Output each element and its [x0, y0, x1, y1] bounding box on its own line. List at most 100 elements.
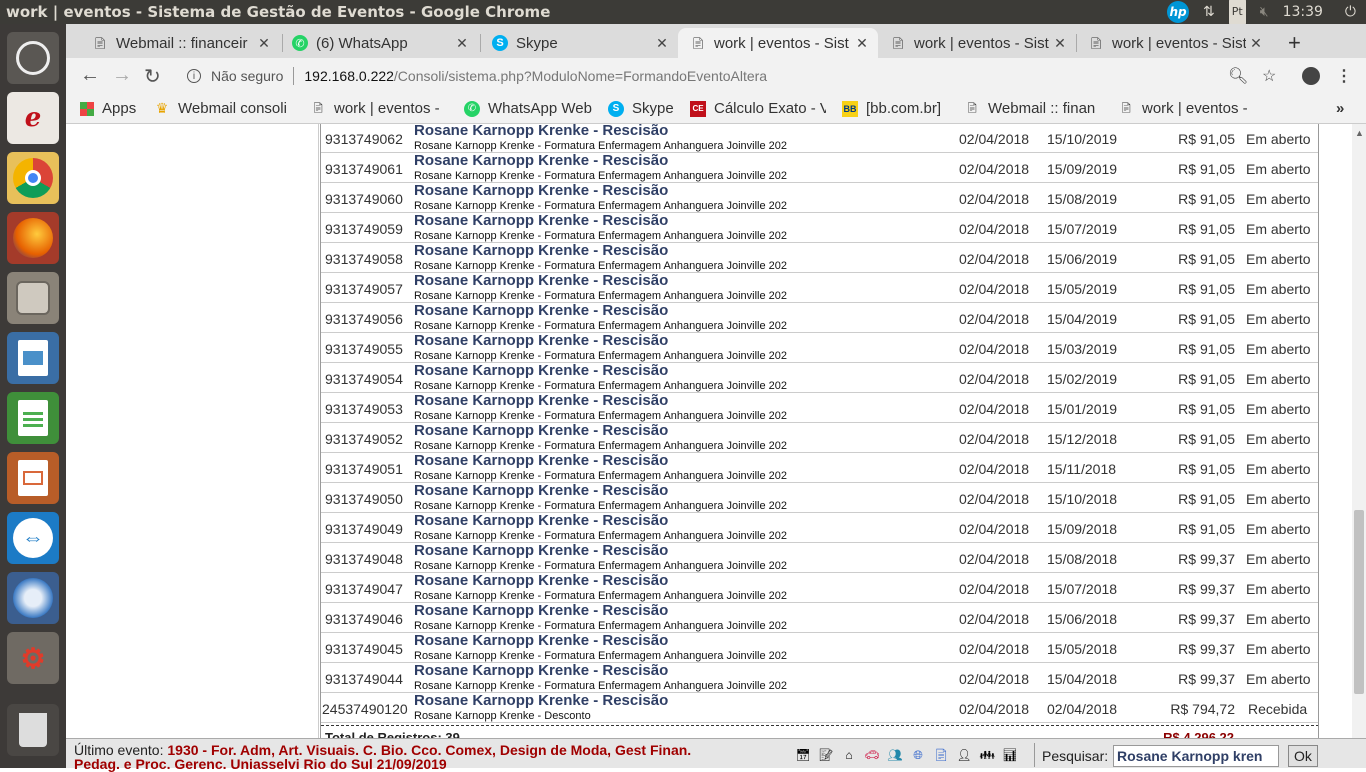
hp-icon[interactable]: hp	[1167, 1, 1190, 23]
table-row[interactable]: 9313749051 Rosane Karnopp Krenke - Rescis…	[321, 452, 1318, 483]
clock[interactable]: 13:39	[1283, 0, 1323, 24]
profile-avatar-icon[interactable]	[1302, 67, 1320, 85]
bookmark-work-eventos[interactable]: 📄︎ work | eventos -	[310, 100, 450, 117]
table-row[interactable]: 9313749055 Rosane Karnopp Krenke - Rescis…	[321, 332, 1318, 363]
firefox-icon[interactable]	[7, 212, 59, 264]
zoom-icon[interactable]: 🔍︎	[1228, 66, 1248, 86]
bookmark-skype[interactable]: S Skype	[608, 100, 674, 117]
row-title-link[interactable]: Rosane Karnopp Krenke - Rescisão	[414, 572, 668, 589]
table-row[interactable]: 9313749059 Rosane Karnopp Krenke - Rescis…	[321, 212, 1318, 243]
bookmark-bb[interactable]: BB [bb.com.br]	[842, 100, 941, 117]
table-row[interactable]: 9313749056 Rosane Karnopp Krenke - Rescis…	[321, 302, 1318, 333]
row-title-link[interactable]: Rosane Karnopp Krenke - Rescisão	[414, 152, 668, 169]
volume-muted-icon[interactable]: 🔇︎	[1260, 0, 1269, 24]
people-icon[interactable]: 👥︎	[885, 745, 905, 765]
row-title-link[interactable]: Rosane Karnopp Krenke - Rescisão	[414, 632, 668, 649]
bookmark-whatsapp-web[interactable]: ✆ WhatsApp Web	[464, 100, 592, 117]
table-row[interactable]: 9313749053 Rosane Karnopp Krenke - Rescis…	[321, 392, 1318, 423]
scroll-up-arrow-icon[interactable]: ▲	[1355, 128, 1364, 138]
scroll-thumb[interactable]	[1354, 510, 1364, 694]
tab-webmail[interactable]: 📄︎ Webmail :: financeir ✕	[80, 28, 280, 58]
vertical-scrollbar[interactable]: ▲	[1352, 124, 1366, 738]
bookmark-apps[interactable]: Apps	[80, 100, 136, 117]
thunderbird-icon[interactable]	[7, 572, 59, 624]
table-row[interactable]: 9313749049 Rosane Karnopp Krenke - Rescis…	[321, 512, 1318, 543]
table-row[interactable]: 9313749062 Rosane Karnopp Krenke - Rescis…	[321, 124, 1318, 153]
row-title-link[interactable]: Rosane Karnopp Krenke - Rescisão	[414, 182, 668, 199]
row-title-link[interactable]: Rosane Karnopp Krenke - Rescisão	[414, 512, 668, 529]
row-title-link[interactable]: Rosane Karnopp Krenke - Rescisão	[414, 272, 668, 289]
ubuntu-logo-icon[interactable]	[7, 32, 59, 84]
tab-work-eventos-2[interactable]: 📄︎ work | eventos - Sist ✕	[878, 28, 1076, 58]
row-title-link[interactable]: Rosane Karnopp Krenke - Rescisão	[414, 242, 668, 259]
car-icon[interactable]: 🚗︎	[862, 745, 882, 765]
trash-icon[interactable]	[7, 704, 59, 756]
row-title-link[interactable]: Rosane Karnopp Krenke - Rescisão	[414, 662, 668, 679]
back-button[interactable]: ←	[80, 64, 100, 87]
app-e-icon[interactable]: e	[7, 92, 59, 144]
network-icon[interactable]: ⇅	[1203, 0, 1215, 24]
row-title-link[interactable]: Rosane Karnopp Krenke - Rescisão	[414, 692, 668, 709]
row-title-link[interactable]: Rosane Karnopp Krenke - Rescisão	[414, 482, 668, 499]
more-bookmarks-icon[interactable]: »	[1336, 100, 1344, 117]
teamviewer-icon[interactable]: ⇔	[7, 512, 59, 564]
row-title-link[interactable]: Rosane Karnopp Krenke - Rescisão	[414, 422, 668, 439]
table-row[interactable]: 9313749061 Rosane Karnopp Krenke - Rescis…	[321, 152, 1318, 183]
bookmark-calculo-exato[interactable]: CE Cálculo Exato - V	[690, 100, 826, 117]
notes-icon[interactable]: 📝︎	[816, 745, 836, 765]
table-row[interactable]: 9313749046 Rosane Karnopp Krenke - Rescis…	[321, 602, 1318, 633]
close-tab-icon[interactable]: ✕	[652, 35, 672, 52]
row-title-link[interactable]: Rosane Karnopp Krenke - Rescisão	[414, 332, 668, 349]
bookmark-star-icon[interactable]: ☆	[1262, 66, 1276, 86]
globe-icon[interactable]: 🌐︎	[908, 745, 928, 765]
chrome-icon[interactable]	[7, 152, 59, 204]
bookmark-webmail-consoli[interactable]: ♛ Webmail consoli	[154, 100, 294, 117]
new-tab-button[interactable]: +	[1288, 30, 1301, 56]
row-title-link[interactable]: Rosane Karnopp Krenke - Rescisão	[414, 302, 668, 319]
table-row[interactable]: 9313749058 Rosane Karnopp Krenke - Rescis…	[321, 242, 1318, 273]
reload-button[interactable]: ↻	[144, 64, 161, 89]
files-icon[interactable]	[7, 272, 59, 324]
report-icon[interactable]: 📊︎	[1000, 745, 1020, 765]
tab-work-eventos-active[interactable]: 📄︎ work | eventos - Sist ✕	[678, 28, 878, 58]
search-input[interactable]: Rosane Karnopp kren	[1113, 745, 1279, 767]
table-row[interactable]: 9313749048 Rosane Karnopp Krenke - Rescis…	[321, 542, 1318, 573]
tab-skype[interactable]: S Skype ✕	[480, 28, 678, 58]
impress-draw-icon[interactable]	[7, 332, 59, 384]
user-icon[interactable]: 👤︎	[954, 745, 974, 765]
last-event-link-line2[interactable]: Pedag. e Proc. Gerenc. Uniasselvi Rio do…	[74, 756, 447, 772]
bookmark-work-eventos-2[interactable]: 📄︎ work | eventos -	[1118, 100, 1258, 117]
close-tab-icon[interactable]: ✕	[254, 35, 274, 52]
info-icon[interactable]: i	[187, 69, 201, 83]
menu-kebab-icon[interactable]: ⋮	[1336, 66, 1352, 86]
row-title-link[interactable]: Rosane Karnopp Krenke - Rescisão	[414, 392, 668, 409]
table-row[interactable]: 9313749047 Rosane Karnopp Krenke - Rescis…	[321, 572, 1318, 603]
keyboard-layout-indicator[interactable]: Pt	[1228, 0, 1246, 25]
row-title-link[interactable]: Rosane Karnopp Krenke - Rescisão	[414, 602, 668, 619]
home-icon[interactable]: ⌂	[839, 745, 859, 765]
row-title-link[interactable]: Rosane Karnopp Krenke - Rescisão	[414, 124, 668, 139]
document-icon[interactable]: 📄︎	[931, 745, 951, 765]
table-row[interactable]: 9313749057 Rosane Karnopp Krenke - Rescis…	[321, 272, 1318, 303]
address-bar[interactable]: i Não seguro 192.168.0.222/Consoli/siste…	[181, 61, 1291, 91]
forward-button[interactable]: →	[112, 64, 132, 87]
settings-icon[interactable]: ⚙	[7, 632, 59, 684]
table-row[interactable]: 24537490120 Rosane Karnopp Krenke - Resci…	[321, 692, 1318, 723]
close-tab-icon[interactable]: ✕	[852, 35, 872, 52]
table-row[interactable]: 9313749052 Rosane Karnopp Krenke - Rescis…	[321, 422, 1318, 453]
group-icon[interactable]: 👪︎	[977, 745, 997, 765]
close-tab-icon[interactable]: ✕	[1050, 35, 1070, 52]
table-row[interactable]: 9313749044 Rosane Karnopp Krenke - Rescis…	[321, 662, 1318, 693]
table-row[interactable]: 9313749050 Rosane Karnopp Krenke - Rescis…	[321, 482, 1318, 513]
row-title-link[interactable]: Rosane Karnopp Krenke - Rescisão	[414, 452, 668, 469]
power-icon[interactable]: ⏻	[1345, 0, 1356, 24]
row-title-link[interactable]: Rosane Karnopp Krenke - Rescisão	[414, 542, 668, 559]
row-title-link[interactable]: Rosane Karnopp Krenke - Rescisão	[414, 362, 668, 379]
table-row[interactable]: 9313749045 Rosane Karnopp Krenke - Rescis…	[321, 632, 1318, 663]
presentation-icon[interactable]	[7, 452, 59, 504]
search-ok-button[interactable]: Ok	[1288, 745, 1318, 767]
row-title-link[interactable]: Rosane Karnopp Krenke - Rescisão	[414, 212, 668, 229]
close-tab-icon[interactable]: ✕	[1246, 35, 1266, 52]
calc-spreadsheet-icon[interactable]	[7, 392, 59, 444]
close-tab-icon[interactable]: ✕	[452, 35, 472, 52]
